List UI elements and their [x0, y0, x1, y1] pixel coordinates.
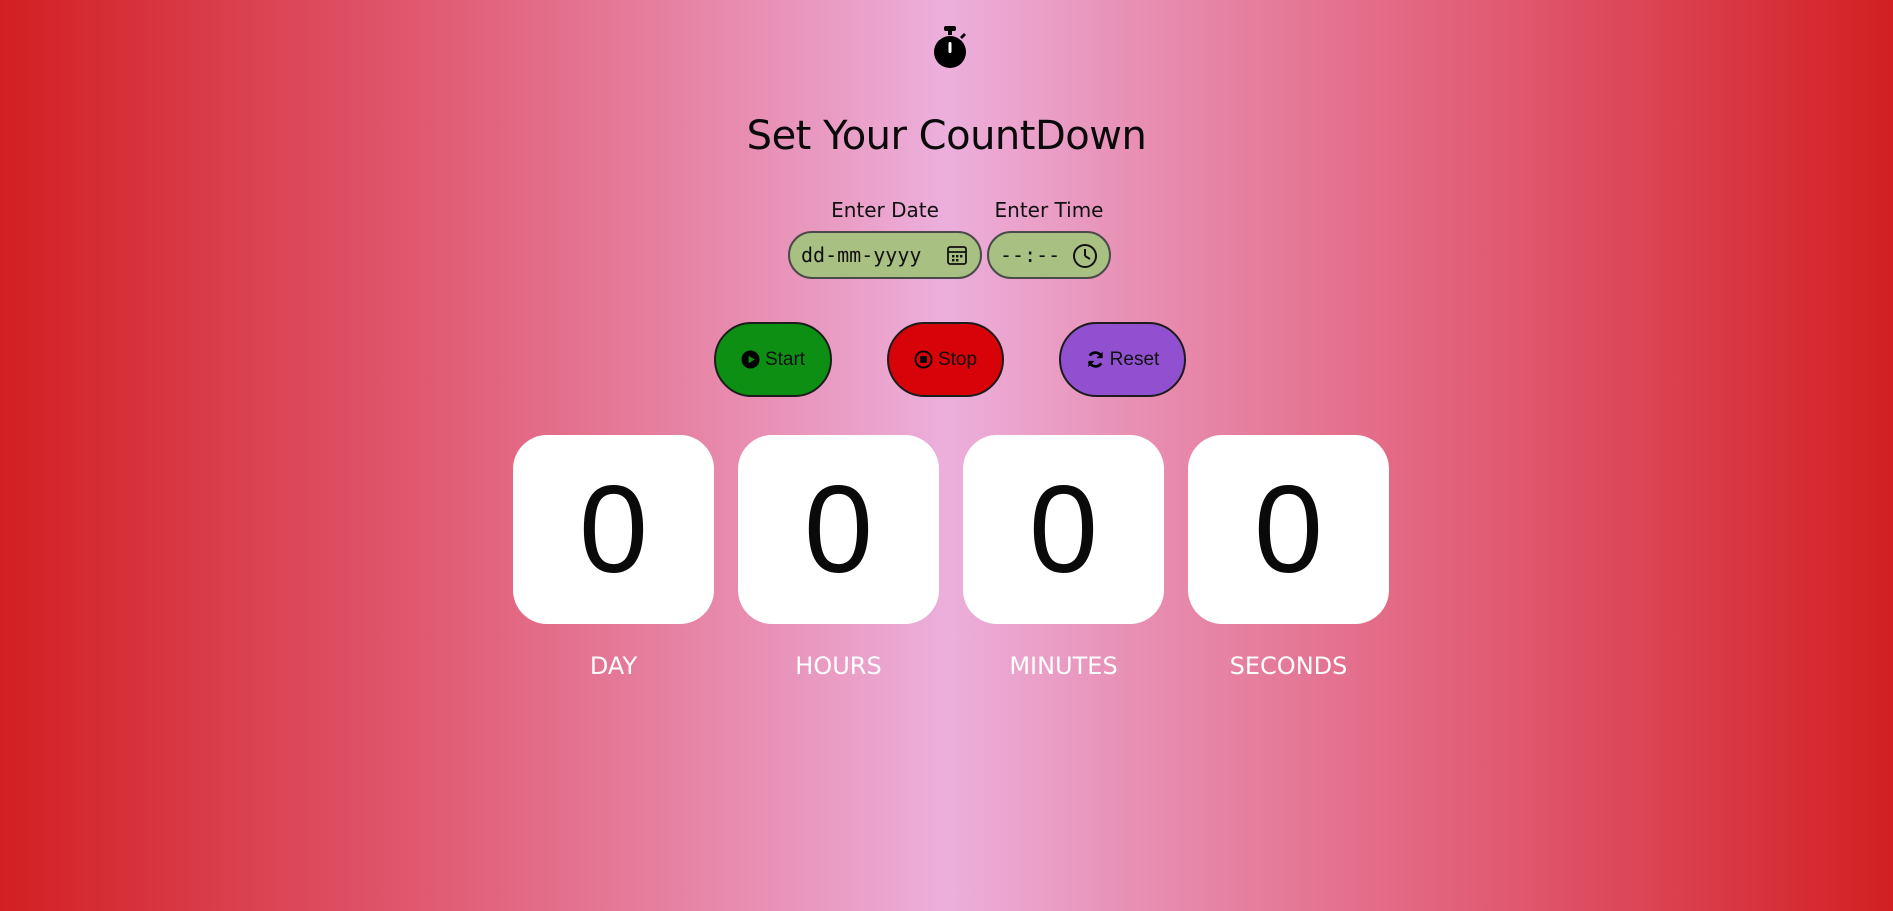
reset-button-label: Reset	[1109, 348, 1160, 370]
date-placeholder: dd-mm-yyyy	[801, 243, 922, 267]
play-circle-icon	[741, 350, 760, 369]
start-button[interactable]: Start	[714, 322, 832, 397]
minutes-label: MINUTES	[1009, 652, 1118, 680]
time-label: Enter Time	[994, 198, 1104, 222]
days-card: 0	[513, 435, 714, 624]
calendar-icon[interactable]	[946, 244, 968, 266]
page-title: Set Your CountDown	[746, 113, 1147, 159]
stop-button[interactable]: Stop	[887, 322, 1004, 397]
seconds-label: SECONDS	[1229, 652, 1348, 680]
stop-circle-icon	[914, 350, 933, 369]
seconds-card: 0	[1188, 435, 1389, 624]
date-label: Enter Date	[831, 198, 939, 222]
stopwatch-icon	[934, 26, 966, 68]
clock-icon[interactable]	[1072, 243, 1098, 269]
start-button-label: Start	[764, 348, 806, 370]
reset-button[interactable]: Reset	[1059, 322, 1186, 397]
date-input[interactable]: dd-mm-yyyy	[788, 231, 982, 279]
seconds-value: 0	[1254, 460, 1323, 599]
minutes-value: 0	[1029, 460, 1098, 599]
stop-button-label: Stop	[937, 348, 978, 370]
hours-value: 0	[804, 460, 873, 599]
refresh-icon	[1087, 351, 1103, 368]
time-placeholder: --:--	[1000, 243, 1061, 267]
days-value: 0	[579, 460, 648, 599]
hours-label: HOURS	[795, 652, 882, 680]
minutes-card: 0	[963, 435, 1164, 624]
time-input[interactable]: --:--	[987, 231, 1111, 279]
hours-card: 0	[738, 435, 939, 624]
days-label: DAY	[589, 652, 638, 680]
